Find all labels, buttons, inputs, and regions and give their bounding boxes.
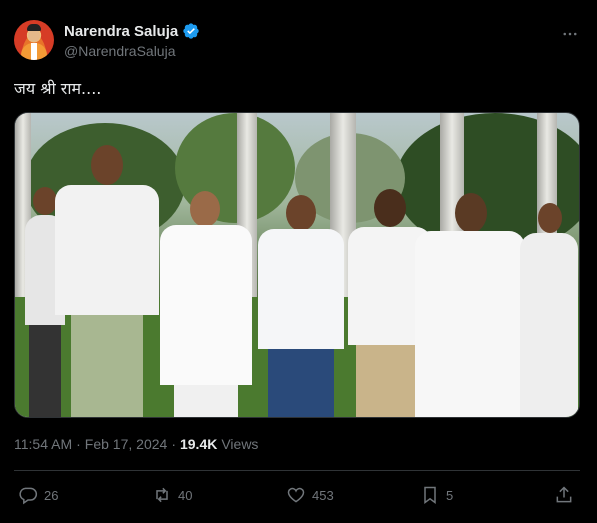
reply-count: 26	[44, 487, 59, 503]
tweet-action-bar: 26 40 453 5	[14, 482, 580, 508]
reply-button[interactable]: 26	[18, 482, 58, 508]
tweet-header: Narendra Saluja @NarendraSaluja	[14, 20, 584, 64]
views-count: 19.4K	[179, 436, 218, 452]
repost-count: 40	[178, 487, 193, 503]
meta-separator: ·	[171, 436, 176, 452]
like-count: 453	[312, 487, 334, 503]
bookmark-icon	[424, 486, 436, 504]
repost-icon	[156, 487, 168, 503]
share-button[interactable]	[554, 482, 574, 508]
views-label: Views	[221, 436, 259, 452]
more-options-icon[interactable]	[556, 22, 584, 46]
reply-icon	[19, 487, 38, 505]
author-display-name[interactable]: Narendra Saluja	[64, 23, 178, 40]
tweet-text: जय श्री राम....	[14, 79, 102, 98]
avatar-cap	[27, 24, 41, 31]
bookmark-button[interactable]: 5	[420, 482, 453, 508]
photo-person	[520, 203, 578, 417]
photo-person	[55, 145, 159, 417]
divider	[14, 470, 580, 471]
tweet-meta: 11:54 AM · Feb 17, 2024 · 19.4K Views	[14, 436, 258, 452]
photo-person	[415, 193, 525, 417]
photo-person	[160, 191, 252, 417]
author-name-line: Narendra Saluja	[64, 22, 200, 40]
like-button[interactable]: 453	[286, 482, 334, 508]
verified-badge-icon	[183, 23, 199, 39]
heart-icon	[287, 487, 305, 503]
repost-button[interactable]: 40	[152, 482, 192, 508]
tweet-date[interactable]: Feb 17, 2024	[85, 436, 168, 452]
tweet-time[interactable]: 11:54 AM	[14, 436, 72, 452]
avatar[interactable]	[14, 20, 54, 60]
author-handle[interactable]: @NarendraSaluja	[64, 43, 176, 59]
bookmark-count: 5	[446, 487, 454, 503]
photo-person	[258, 195, 344, 417]
share-icon	[556, 486, 572, 503]
meta-separator: ·	[76, 436, 81, 452]
avatar-scarf	[31, 43, 37, 60]
tweet-photo[interactable]	[14, 112, 580, 418]
